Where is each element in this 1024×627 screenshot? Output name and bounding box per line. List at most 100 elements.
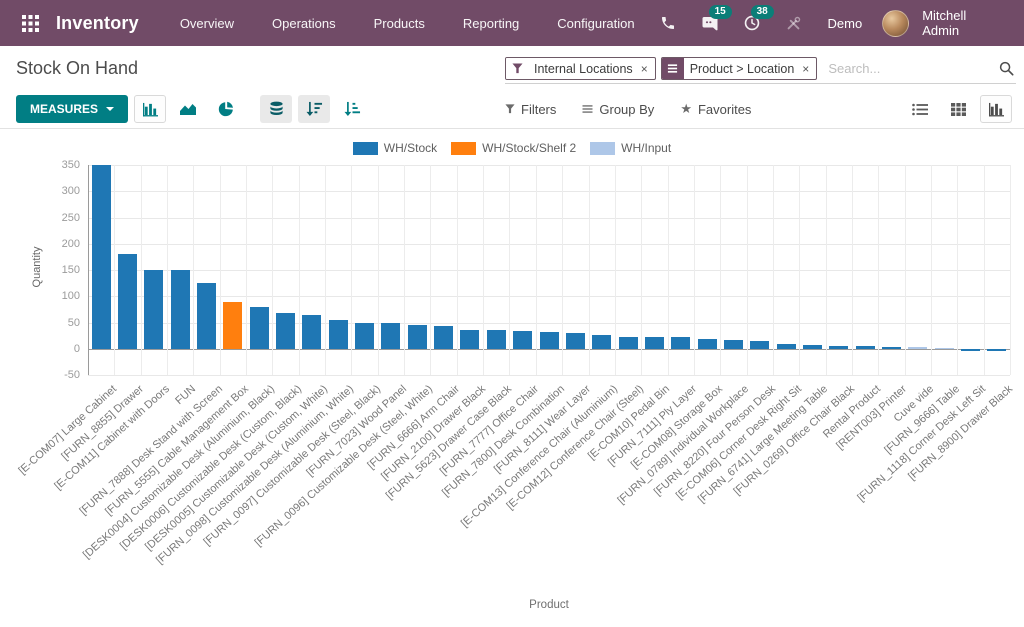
y-tick-label: 250 — [38, 212, 80, 224]
measures-button[interactable]: MEASURES — [16, 95, 128, 123]
y-tick-label: 200 — [38, 238, 80, 250]
control-panel-top: Stock On Hand Internal Locations × Produ… — [0, 46, 1024, 90]
list-view-button[interactable] — [904, 95, 936, 123]
bar[interactable] — [540, 332, 559, 348]
bar[interactable] — [408, 325, 427, 349]
facet-remove-button[interactable]: × — [639, 58, 655, 79]
bar[interactable] — [434, 326, 453, 349]
bar[interactable] — [513, 331, 532, 348]
view-switcher — [898, 95, 1012, 123]
gridline — [509, 165, 510, 375]
nav-item-reporting[interactable]: Reporting — [448, 8, 534, 39]
bar[interactable] — [92, 165, 111, 349]
bar[interactable] — [882, 347, 901, 349]
control-panel-buttons: MEASURES — [0, 90, 1024, 129]
activities-clock-icon[interactable]: 38 — [734, 7, 770, 39]
activities-count-badge: 38 — [751, 5, 774, 19]
bar[interactable] — [381, 323, 400, 349]
bar[interactable] — [355, 323, 374, 349]
filter-icon — [505, 104, 515, 114]
filter-icon — [506, 58, 528, 79]
bar[interactable] — [619, 337, 638, 349]
nav-item-overview[interactable]: Overview — [165, 8, 249, 39]
nav-item-operations[interactable]: Operations — [257, 8, 351, 39]
gridline — [536, 165, 537, 375]
plot-area: -50050100150200250300350[E-COM07] Large … — [0, 129, 1024, 627]
bar[interactable] — [724, 340, 743, 348]
apps-grid-icon[interactable] — [14, 6, 48, 40]
star-icon: ★ — [680, 101, 692, 117]
stock-bar-chart: WH/Stock WH/Stock/Shelf 2 WH/Input Quant… — [0, 129, 1024, 627]
messages-icon[interactable]: 15 — [692, 7, 728, 39]
user-name[interactable]: Mitchell Admin — [922, 8, 1006, 38]
bar[interactable] — [592, 335, 611, 349]
bar[interactable] — [329, 320, 348, 349]
filters-label: Filters — [521, 102, 556, 117]
bar[interactable] — [935, 348, 954, 349]
favorites-menu[interactable]: ★ Favorites — [680, 101, 751, 117]
bar[interactable] — [803, 345, 822, 349]
bar[interactable] — [223, 302, 242, 349]
bar[interactable] — [487, 330, 506, 348]
gridline — [430, 165, 431, 375]
bar[interactable] — [777, 344, 796, 349]
bar[interactable] — [566, 333, 585, 349]
bar[interactable] — [961, 349, 980, 351]
gridline — [88, 165, 1010, 166]
bar[interactable] — [250, 307, 269, 349]
gridline — [720, 165, 721, 375]
gridline — [747, 165, 748, 375]
filters-menu[interactable]: Filters — [505, 102, 556, 117]
gridline — [193, 165, 194, 375]
graph-view-button[interactable] — [980, 95, 1012, 123]
bar[interactable] — [460, 330, 479, 349]
bar[interactable] — [197, 283, 216, 349]
bar[interactable] — [302, 315, 321, 349]
gridline — [1010, 165, 1011, 375]
gridline — [668, 165, 669, 375]
bar[interactable] — [829, 346, 848, 349]
user-avatar[interactable] — [882, 10, 909, 37]
stacked-toggle-button[interactable] — [260, 95, 292, 123]
app-title[interactable]: Inventory — [56, 13, 139, 34]
gridline — [483, 165, 484, 375]
facet-remove-button[interactable]: × — [800, 58, 816, 79]
sort-ascending-button[interactable] — [336, 95, 368, 123]
bar[interactable] — [671, 337, 690, 349]
bar[interactable] — [856, 346, 875, 349]
pie-chart-mode-button[interactable] — [210, 95, 242, 123]
bar[interactable] — [908, 347, 927, 348]
group-by-menu[interactable]: Group By — [582, 102, 654, 117]
facet-label: Product > Location — [684, 58, 801, 79]
developer-tools-icon[interactable] — [776, 7, 812, 39]
sort-descending-button[interactable] — [298, 95, 330, 123]
search-icon[interactable] — [999, 61, 1014, 76]
bar[interactable] — [698, 339, 717, 348]
bar[interactable] — [144, 270, 163, 349]
line-chart-mode-button[interactable] — [172, 95, 204, 123]
bar-chart-mode-button[interactable] — [134, 95, 166, 123]
bar[interactable] — [750, 341, 769, 349]
bar[interactable] — [276, 313, 295, 349]
pivot-view-button[interactable] — [942, 95, 974, 123]
bar[interactable] — [987, 349, 1006, 351]
gridline — [589, 165, 590, 375]
group-by-label: Group By — [599, 102, 654, 117]
bar[interactable] — [171, 270, 190, 349]
search-input[interactable]: Search... — [828, 61, 994, 76]
bar[interactable] — [118, 254, 137, 349]
gridline — [141, 165, 142, 375]
nav-item-configuration[interactable]: Configuration — [542, 8, 649, 39]
gridline — [272, 165, 273, 375]
gridline — [457, 165, 458, 375]
gridline — [220, 165, 221, 375]
phone-icon[interactable] — [650, 7, 686, 39]
gridline — [88, 244, 1010, 245]
nav-item-products[interactable]: Products — [359, 8, 440, 39]
company-name[interactable]: Demo — [828, 16, 863, 31]
x-axis-title: Product — [88, 599, 1010, 611]
bar[interactable] — [645, 337, 664, 349]
gridline — [246, 165, 247, 375]
search-facet-groupby: Product > Location × — [661, 57, 818, 80]
search-bar[interactable]: Internal Locations × Product > Location … — [505, 54, 1016, 84]
